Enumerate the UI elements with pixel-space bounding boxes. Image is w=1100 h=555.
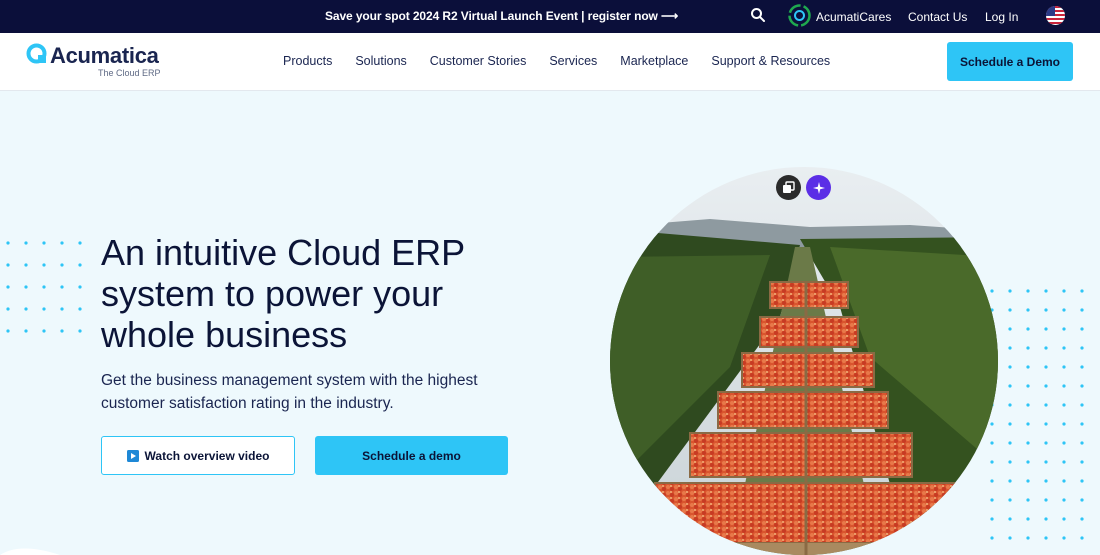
acumaticares-link[interactable]: AcumatiCares [816, 10, 891, 24]
logo-tagline: The Cloud ERP [98, 68, 161, 78]
contact-us-link[interactable]: Contact Us [908, 10, 967, 24]
ai-sparkle-button[interactable] [806, 175, 831, 200]
us-flag-icon[interactable] [1046, 6, 1065, 25]
copy-image-button[interactable] [776, 175, 801, 200]
hero-title: An intuitive Cloud ERP system to power y… [101, 232, 465, 355]
acumatica-logo-text[interactable]: Acumatica [50, 43, 159, 69]
top-announcement-bar: Save your spot 2024 R2 Virtual Launch Ev… [0, 0, 1100, 33]
hero-orchard-image [610, 167, 998, 555]
acumatica-logo-icon[interactable] [26, 43, 47, 64]
copy-icon [783, 181, 795, 193]
search-icon[interactable] [750, 7, 766, 23]
hero-subtitle: Get the business management system with … [101, 372, 478, 412]
watch-overview-video-button[interactable]: Watch overview video [101, 436, 295, 475]
nav-item-services[interactable]: Services [549, 54, 597, 68]
schedule-demo-hero-button[interactable]: Schedule a demo [315, 436, 508, 475]
main-nav: Products Solutions Customer Stories Serv… [283, 54, 853, 68]
nav-item-solutions[interactable]: Solutions [355, 54, 406, 68]
decorative-dots-right [990, 289, 1084, 540]
nav-item-products[interactable]: Products [283, 54, 332, 68]
main-header: Acumatica The Cloud ERP Products Solutio… [0, 33, 1100, 91]
sparkle-icon [812, 181, 825, 194]
acumaticares-logo-icon[interactable] [787, 3, 812, 28]
decorative-wave [0, 548, 60, 555]
nav-item-customer-stories[interactable]: Customer Stories [430, 54, 527, 68]
watch-overview-video-label: Watch overview video [144, 448, 270, 463]
nav-item-support-resources[interactable]: Support & Resources [711, 54, 830, 68]
nav-item-marketplace[interactable]: Marketplace [620, 54, 688, 68]
announcement-link[interactable]: Save your spot 2024 R2 Virtual Launch Ev… [325, 9, 678, 23]
decorative-dots-left [6, 241, 82, 333]
schedule-demo-header-button[interactable]: Schedule a Demo [947, 42, 1073, 81]
play-icon [126, 449, 139, 462]
log-in-link[interactable]: Log In [985, 10, 1018, 24]
